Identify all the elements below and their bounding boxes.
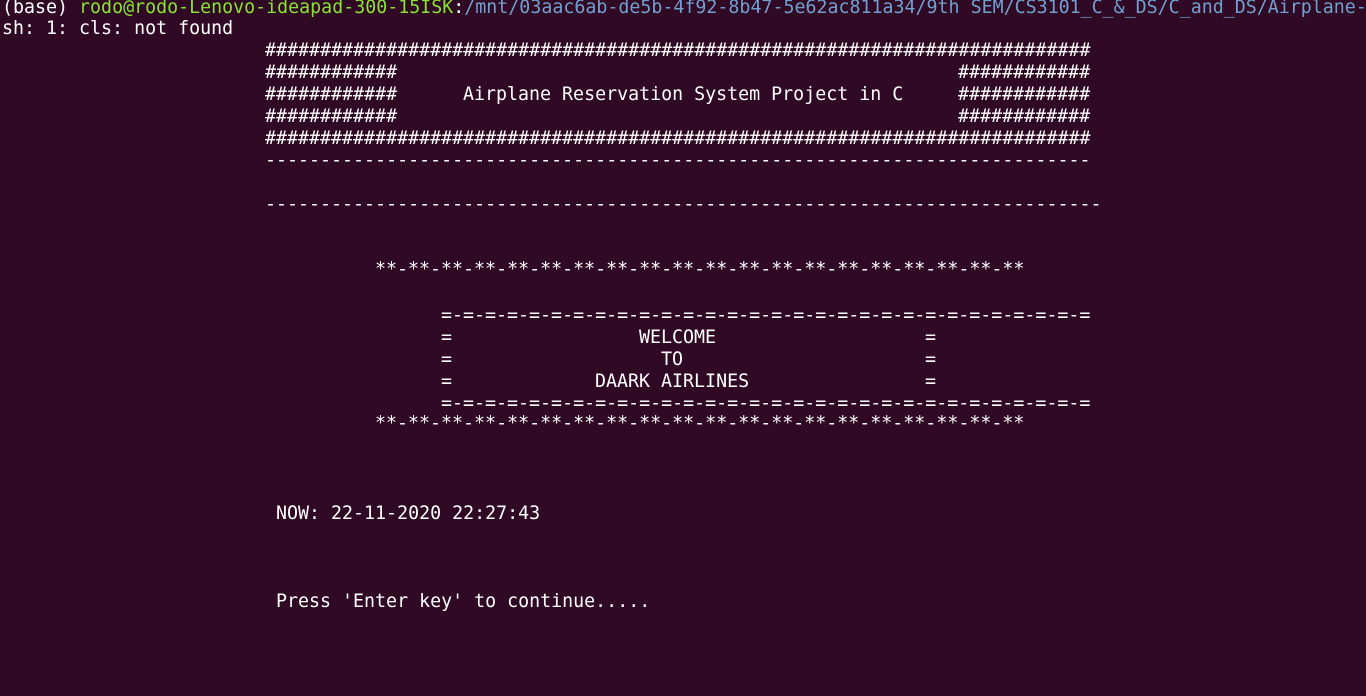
welcome-edge-right-1: = bbox=[925, 327, 937, 348]
prompt-separator: : bbox=[453, 0, 465, 18]
welcome-border-top: =-=-=-=-=-=-=-=-=-=-=-=-=-=-=-=-=-=-=-=-… bbox=[441, 305, 1091, 326]
welcome-edge-left-3: = bbox=[441, 371, 453, 392]
welcome-stars-bottom: **-**-**-**-**-**-**-**-**-**-**-**-**-*… bbox=[375, 413, 1025, 434]
terminal-window[interactable]: (base) rodo@rodo-Lenovo-ideapad-300-15IS… bbox=[0, 0, 1366, 696]
prompt-path: /mnt/03aac6ab-de5b-4f92-8b47-5e62ac811a3… bbox=[464, 0, 1366, 18]
welcome-edge-right-3: = bbox=[925, 371, 937, 392]
banner-side-left-2: ############ bbox=[265, 84, 398, 105]
current-datetime: NOW: 22-11-2020 22:27:43 bbox=[276, 503, 541, 524]
banner-dash-line-2: ----------------------------------------… bbox=[265, 194, 1102, 215]
banner-title: Airplane Reservation System Project in C bbox=[463, 84, 904, 105]
banner-border-top: ########################################… bbox=[265, 40, 1091, 61]
welcome-line-3: DAARK AIRLINES bbox=[595, 371, 750, 392]
banner-side-left-3: ############ bbox=[265, 106, 398, 127]
welcome-edge-right-2: = bbox=[925, 349, 937, 370]
continue-prompt[interactable]: Press 'Enter key' to continue..... bbox=[276, 591, 650, 613]
prompt-user-host: rodo@rodo-Lenovo-ideapad-300-15ISK bbox=[79, 0, 454, 18]
welcome-line-2: TO bbox=[661, 349, 684, 370]
banner-dash-line-1: ----------------------------------------… bbox=[265, 150, 1091, 171]
banner-border-bottom: ########################################… bbox=[265, 128, 1091, 149]
conda-env-label: (base) bbox=[2, 0, 80, 18]
welcome-line-1: WELCOME bbox=[639, 327, 717, 348]
banner-side-right-1: ############ bbox=[958, 62, 1091, 83]
shell-prompt-line: (base) rodo@rodo-Lenovo-ideapad-300-15IS… bbox=[2, 0, 1366, 19]
welcome-edge-left-2: = bbox=[441, 349, 453, 370]
welcome-edge-left-1: = bbox=[441, 327, 453, 348]
error-message: sh: 1: cls: not found bbox=[2, 18, 234, 39]
welcome-stars-top: **-**-**-**-**-**-**-**-**-**-**-**-**-*… bbox=[375, 259, 1025, 280]
banner-side-right-3: ############ bbox=[958, 106, 1091, 127]
welcome-border-bottom: =-=-=-=-=-=-=-=-=-=-=-=-=-=-=-=-=-=-=-=-… bbox=[441, 393, 1091, 414]
banner-side-left-1: ############ bbox=[265, 62, 398, 83]
banner-side-right-2: ############ bbox=[958, 84, 1091, 105]
